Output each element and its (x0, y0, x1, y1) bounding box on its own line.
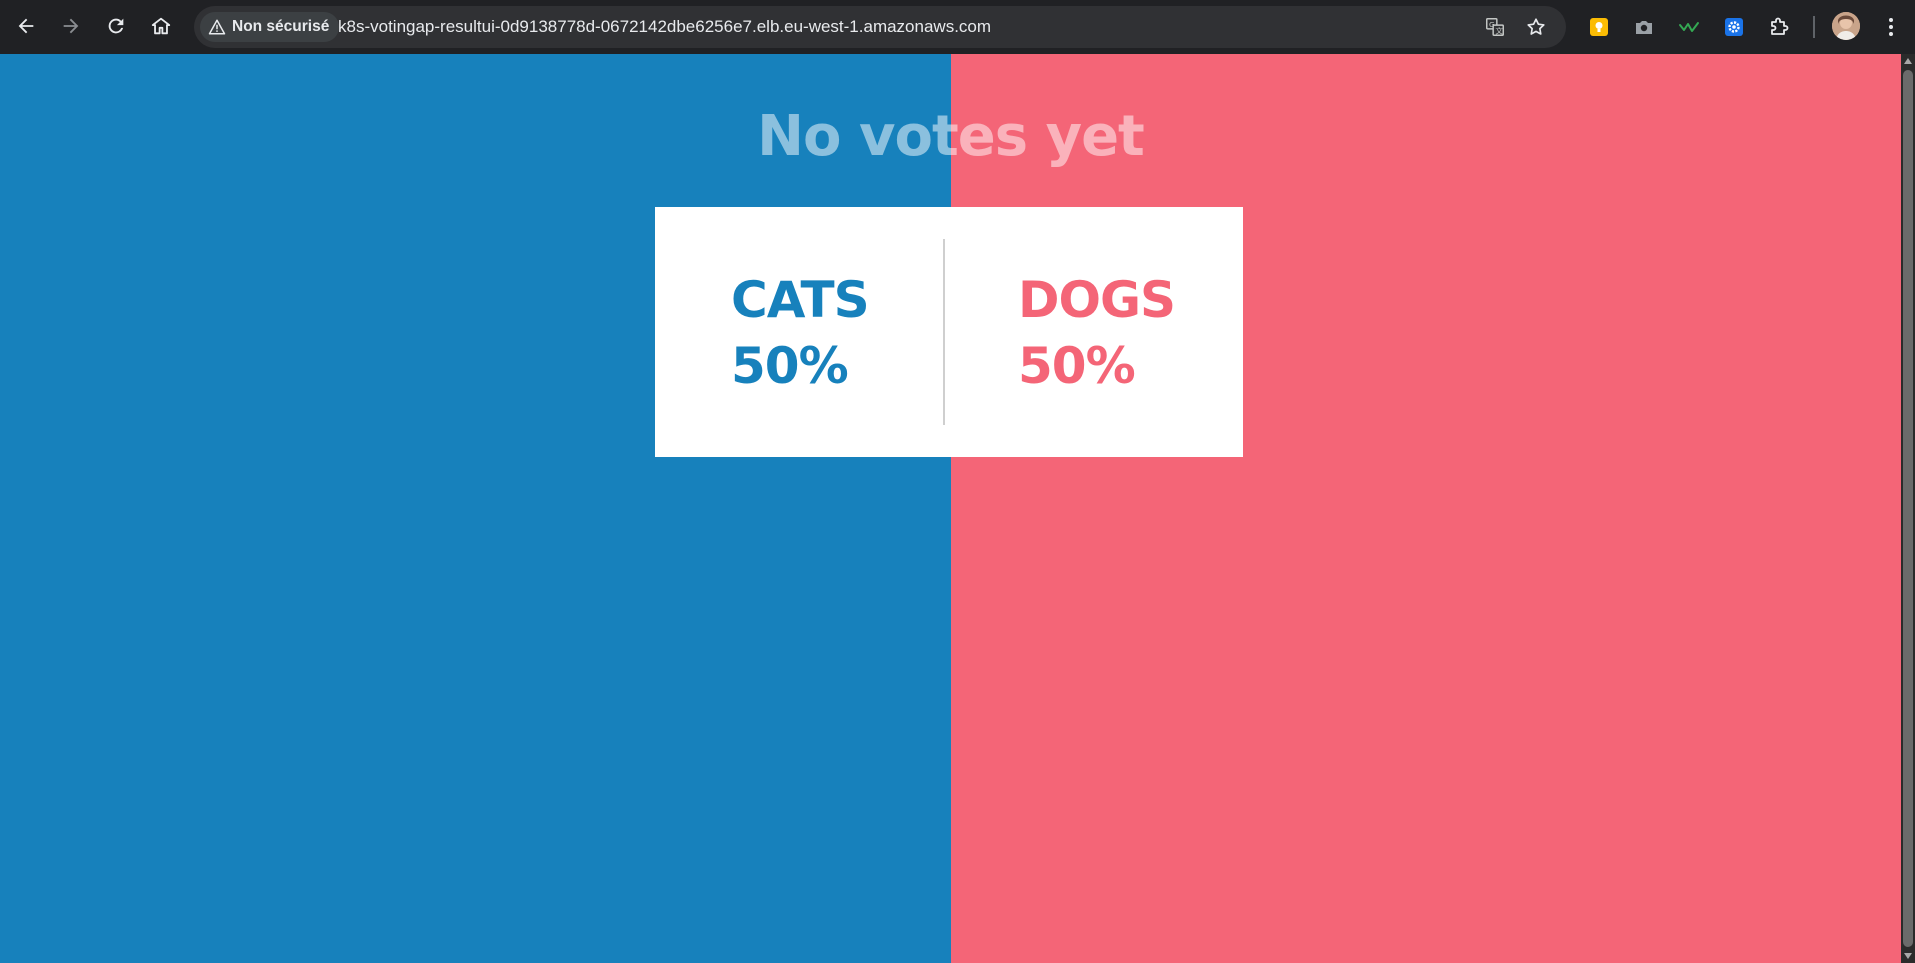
cats-percent: 50% (731, 337, 849, 395)
dogs-percent: 50% (1018, 337, 1136, 395)
dogs-background-panel (951, 54, 1901, 963)
scroll-down-arrow-icon[interactable] (1904, 953, 1912, 959)
page-scrollbar[interactable] (1901, 54, 1915, 963)
star-icon (1527, 18, 1545, 35)
gear-extension-icon (1725, 18, 1743, 36)
url-text[interactable]: k8s-votingap-resultui-0d9138778d-0672142… (338, 6, 991, 48)
results-card: CATS 50% DOGS 50% (655, 207, 1243, 457)
scrollbar-thumb[interactable] (1903, 70, 1913, 947)
security-label: Non sécurisé (232, 18, 330, 35)
profile-avatar[interactable] (1832, 12, 1860, 40)
back-arrow-icon (18, 18, 34, 34)
camera-extension-icon (1636, 21, 1652, 34)
vote-status-headline: No votes yet (757, 104, 1145, 169)
address-bar[interactable]: Non sécurisé k8s-votingap-resultui-0d913… (194, 6, 1566, 48)
gear-extension-button[interactable] (1719, 12, 1749, 42)
cats-result: CATS 50% (731, 267, 870, 399)
svg-text:文: 文 (1495, 26, 1503, 35)
checkmark-wave-extension-icon (1679, 22, 1699, 32)
cats-label: CATS (731, 271, 870, 329)
browser-menu-button[interactable] (1876, 12, 1906, 42)
bookmark-star-button[interactable] (1521, 12, 1551, 42)
profile-avatar-icon (1832, 12, 1860, 40)
scroll-up-arrow-icon[interactable] (1904, 58, 1912, 64)
back-button[interactable] (8, 8, 44, 44)
security-indicator[interactable]: Non sécurisé (200, 12, 340, 42)
browser-toolbar: Non sécurisé k8s-votingap-resultui-0d913… (0, 0, 1915, 54)
page-viewport: No votes yet CATS 50% DOGS 50% (0, 54, 1901, 963)
reload-button[interactable] (98, 8, 134, 44)
dogs-result: DOGS 50% (1018, 267, 1176, 399)
wave-extension-button[interactable] (1674, 12, 1704, 42)
results-divider (943, 239, 945, 425)
dogs-label: DOGS (1018, 271, 1176, 329)
translate-icon: G文 (1486, 18, 1504, 36)
forward-arrow-icon (63, 18, 79, 34)
puzzle-extensions-icon (1771, 17, 1789, 35)
extensions-button[interactable] (1764, 12, 1794, 42)
screenshot-extension-button[interactable] (1629, 12, 1659, 42)
keep-extension-button[interactable] (1584, 12, 1614, 42)
keep-lightbulb-extension-icon (1590, 18, 1608, 36)
reload-icon (108, 18, 124, 34)
translate-button[interactable]: G文 (1480, 12, 1510, 42)
cats-background-panel (0, 54, 951, 963)
home-icon (151, 17, 171, 35)
forward-button[interactable] (53, 8, 89, 44)
warning-triangle-icon (208, 19, 226, 35)
home-button[interactable] (143, 8, 179, 44)
kebab-menu-icon (1889, 18, 1893, 36)
toolbar-divider (1813, 16, 1815, 38)
